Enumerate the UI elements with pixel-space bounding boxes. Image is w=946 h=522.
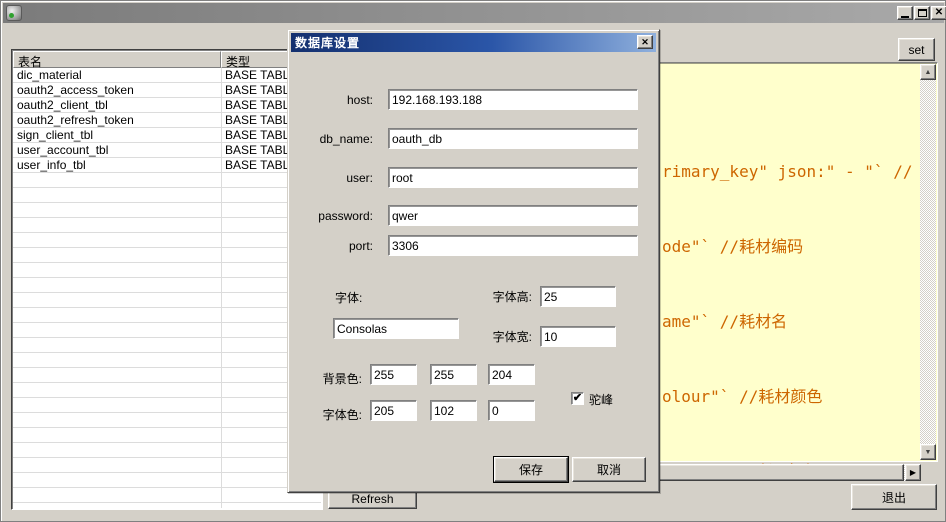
bg-color-r-input[interactable]: [370, 364, 417, 385]
code-line: olour"` //耗材颜色: [662, 384, 912, 409]
save-button[interactable]: 保存: [494, 457, 568, 482]
exit-button[interactable]: 退出: [851, 484, 937, 510]
arrow-up-icon: ▲: [925, 69, 932, 76]
code-text: rimary_key" json:" - "` // ode"` //耗材编码 …: [662, 109, 912, 522]
db-name-input[interactable]: [388, 128, 638, 149]
arrow-down-icon: ▼: [925, 449, 932, 456]
font-width-input[interactable]: [540, 326, 616, 347]
fg-color-b-input[interactable]: [488, 400, 535, 421]
table-row[interactable]: user_info_tblBASE TABLE: [13, 158, 321, 173]
font-width-label: 字体宽:: [452, 326, 532, 348]
tables-list: 表名 类型 dic_materialBASE TABLE oauth2_acce…: [11, 49, 323, 510]
code-line: ame"` //耗材名: [662, 309, 912, 334]
close-icon: ✕: [935, 8, 943, 18]
table-name: sign_client_tbl: [13, 128, 221, 143]
tables-list-header: 表名 类型: [13, 51, 321, 68]
db-name-label: db_name:: [293, 128, 373, 150]
dialog-title: 数据库设置: [295, 34, 360, 51]
table-name: user_account_tbl: [13, 143, 221, 158]
cancel-button[interactable]: 取消: [572, 457, 646, 482]
font-name-input[interactable]: [333, 318, 459, 339]
font-label: 字体:: [293, 287, 378, 309]
font-height-input[interactable]: [540, 286, 616, 307]
dialog-close-button[interactable]: ✕: [637, 35, 653, 49]
table-row[interactable]: dic_materialBASE TABLE: [13, 68, 321, 83]
close-icon: ✕: [641, 37, 649, 48]
tables-list-body: dic_materialBASE TABLE oauth2_access_tok…: [13, 68, 321, 508]
bg-color-g-input[interactable]: [430, 364, 477, 385]
main-window: ✕ 表名 类型 dic_materialBASE TABLE oauth2_ac…: [0, 0, 946, 522]
password-input[interactable]: [388, 205, 638, 226]
font-height-label: 字体高:: [452, 286, 532, 308]
table-row[interactable]: oauth2_access_tokenBASE TABLE: [13, 83, 321, 98]
maximize-button[interactable]: [914, 6, 930, 20]
table-row[interactable]: user_account_tblBASE TABLE: [13, 143, 321, 158]
password-label: password:: [293, 205, 373, 227]
table-name: oauth2_refresh_token: [13, 113, 221, 128]
column-header-table-name[interactable]: 表名: [13, 51, 221, 68]
arrow-right-icon: ▶: [910, 468, 916, 477]
code-line: ode"` //耗材编码: [662, 234, 912, 259]
app-icon: [6, 5, 22, 21]
table-name: user_info_tbl: [13, 158, 221, 173]
checkmark-icon: ✔: [573, 393, 582, 404]
vertical-scrollbar[interactable]: ▲ ▼: [920, 64, 936, 460]
user-label: user:: [293, 167, 373, 189]
user-input[interactable]: [388, 167, 638, 188]
host-input[interactable]: [388, 89, 638, 110]
bg-color-label: 背景色:: [288, 368, 362, 390]
minimize-button[interactable]: [897, 6, 913, 20]
table-row[interactable]: oauth2_refresh_tokenBASE TABLE: [13, 113, 321, 128]
port-input[interactable]: [388, 235, 638, 256]
database-settings-dialog: 数据库设置 ✕ host: db_name: user: password: p…: [287, 29, 660, 493]
host-label: host:: [293, 89, 373, 111]
set-button[interactable]: set: [898, 38, 935, 61]
scroll-up-button[interactable]: ▲: [920, 64, 936, 80]
table-name: oauth2_client_tbl: [13, 98, 221, 113]
minimize-icon: [901, 16, 909, 18]
code-line: rimary_key" json:" - "` //: [662, 159, 912, 184]
close-button[interactable]: ✕: [931, 6, 946, 20]
table-name: dic_material: [13, 68, 221, 83]
table-row[interactable]: oauth2_client_tblBASE TABLE: [13, 98, 321, 113]
fg-color-label: 字体色:: [288, 404, 362, 426]
column-divider: [221, 68, 222, 508]
scroll-right-button[interactable]: ▶: [905, 464, 921, 481]
fg-color-g-input[interactable]: [430, 400, 477, 421]
table-row[interactable]: sign_client_tblBASE TABLE: [13, 128, 321, 143]
maximize-icon: [918, 9, 927, 17]
camelcase-checkbox-label[interactable]: 驼峰: [589, 391, 613, 408]
scroll-down-button[interactable]: ▼: [920, 444, 936, 460]
dialog-titlebar[interactable]: 数据库设置 ✕: [291, 33, 656, 52]
table-name: oauth2_access_token: [13, 83, 221, 98]
fg-color-r-input[interactable]: [370, 400, 417, 421]
port-label: port:: [293, 235, 373, 257]
camelcase-checkbox[interactable]: ✔: [571, 392, 584, 405]
window-titlebar: ✕: [3, 3, 944, 23]
bg-color-b-input[interactable]: [488, 364, 535, 385]
